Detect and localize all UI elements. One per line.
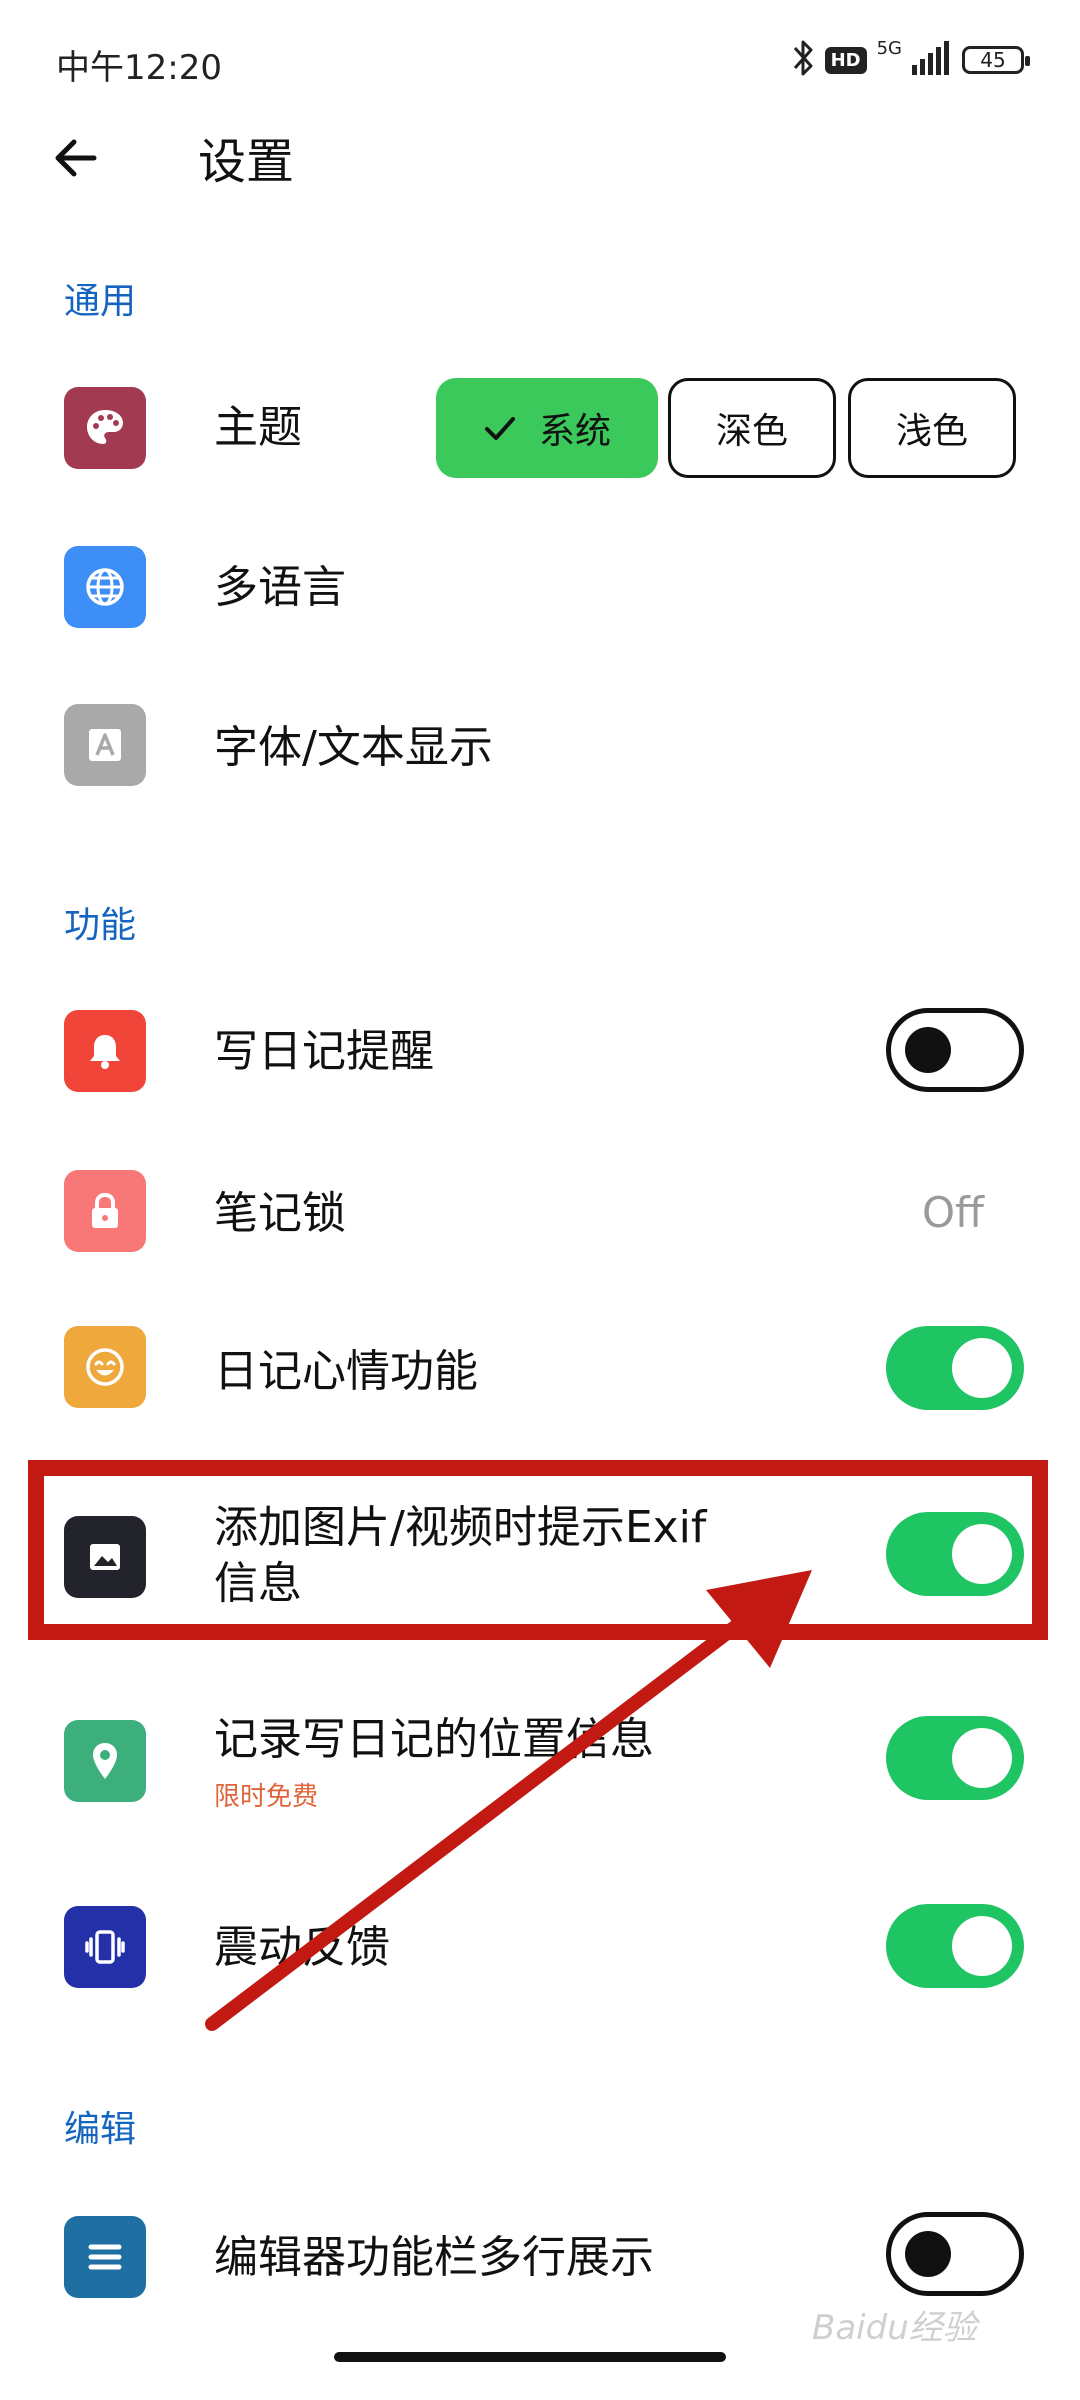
settings-item-language[interactable]: 多语言: [0, 538, 1080, 638]
lock-icon: [64, 1170, 146, 1252]
settings-item-vibration: 震动反馈: [0, 1902, 1080, 2002]
bluetooth-icon: [791, 38, 815, 82]
reminder-toggle[interactable]: [886, 1008, 1024, 1092]
theme-option-dark[interactable]: 深色: [668, 378, 836, 478]
theme-option-light-label: 浅色: [895, 411, 968, 452]
exif-label-line2: 信息: [214, 1558, 302, 1609]
theme-option-light[interactable]: 浅色: [848, 378, 1016, 478]
arrow-left-icon: [55, 139, 97, 177]
theme-option-system[interactable]: 系统: [436, 378, 658, 478]
settings-item-reminder: 写日记提醒: [0, 1006, 1080, 1106]
network-type-label: 5G: [876, 37, 902, 59]
font-label: 字体/文本显示: [214, 722, 493, 773]
exif-label-line1: 添加图片/视频时提示Exif: [214, 1502, 707, 1553]
bell-icon: [64, 1010, 146, 1092]
globe-icon: [64, 546, 146, 628]
toggle-knob: [952, 1728, 1012, 1788]
theme-label: 主题: [214, 402, 302, 453]
location-label: 记录写日记的位置信息: [214, 1714, 654, 1765]
watermark-logo: Baidu经验: [812, 2308, 977, 2348]
note-lock-status: Off: [922, 1188, 984, 1237]
location-promo-badge: 限时免费: [214, 1782, 319, 1812]
toolbar-multiline-label: 编辑器功能栏多行展示: [214, 2232, 654, 2283]
toggle-knob: [952, 1338, 1012, 1398]
battery-indicator: 45: [962, 46, 1030, 74]
settings-item-location: 记录写日记的位置信息 限时免费: [0, 1712, 1080, 1832]
palette-icon: [64, 387, 146, 469]
mood-toggle[interactable]: [886, 1326, 1024, 1410]
theme-row: 主题 系统 深色 浅色: [0, 378, 1080, 478]
vibration-label: 震动反馈: [214, 1922, 390, 1973]
page-title: 设置: [198, 134, 295, 190]
hd-badge: HD: [824, 46, 867, 74]
toggle-knob: [952, 1524, 1012, 1584]
toggle-knob: [905, 2231, 951, 2277]
section-title-general: 通用: [64, 281, 137, 322]
home-indicator[interactable]: [334, 2352, 726, 2362]
menu-lines-icon: [64, 2216, 146, 2298]
section-title-features: 功能: [64, 905, 137, 946]
settings-item-toolbar-multiline: 编辑器功能栏多行展示: [0, 2212, 1080, 2312]
settings-item-mood: 日记心情功能: [0, 1322, 1080, 1422]
theme-option-dark-label: 深色: [715, 411, 788, 452]
back-button[interactable]: [44, 126, 108, 190]
image-icon: [64, 1516, 146, 1598]
settings-item-note-lock[interactable]: 笔记锁 Off: [0, 1166, 1080, 1266]
exif-toggle[interactable]: [886, 1512, 1024, 1596]
vibrate-icon: [64, 1906, 146, 1988]
check-icon: [484, 417, 515, 440]
note-lock-label: 笔记锁: [214, 1188, 346, 1239]
status-icons: HD 5G 45: [791, 36, 1030, 84]
section-title-editing: 编辑: [64, 2109, 137, 2150]
theme-option-system-label: 系统: [538, 411, 611, 452]
location-toggle[interactable]: [886, 1716, 1024, 1800]
mood-label: 日记心情功能: [214, 1346, 478, 1397]
status-time: 中午12:20: [56, 48, 222, 88]
toggle-knob: [952, 1916, 1012, 1976]
reminder-label: 写日记提醒: [214, 1026, 434, 1077]
settings-item-font[interactable]: 字体/文本显示: [0, 698, 1080, 798]
font-icon: [64, 704, 146, 786]
signal-icon: [912, 41, 952, 79]
toggle-knob: [905, 1027, 951, 1073]
settings-item-exif: 添加图片/视频时提示Exif 信息: [0, 1500, 1080, 1620]
toolbar-multiline-toggle[interactable]: [886, 2212, 1024, 2296]
vibration-toggle[interactable]: [886, 1904, 1024, 1988]
status-bar: 中午12:20 HD 5G 45: [0, 0, 1080, 120]
smile-icon: [64, 1326, 146, 1408]
language-label: 多语言: [214, 562, 346, 613]
app-header: 设置: [0, 110, 1080, 230]
location-pin-icon: [64, 1720, 146, 1802]
